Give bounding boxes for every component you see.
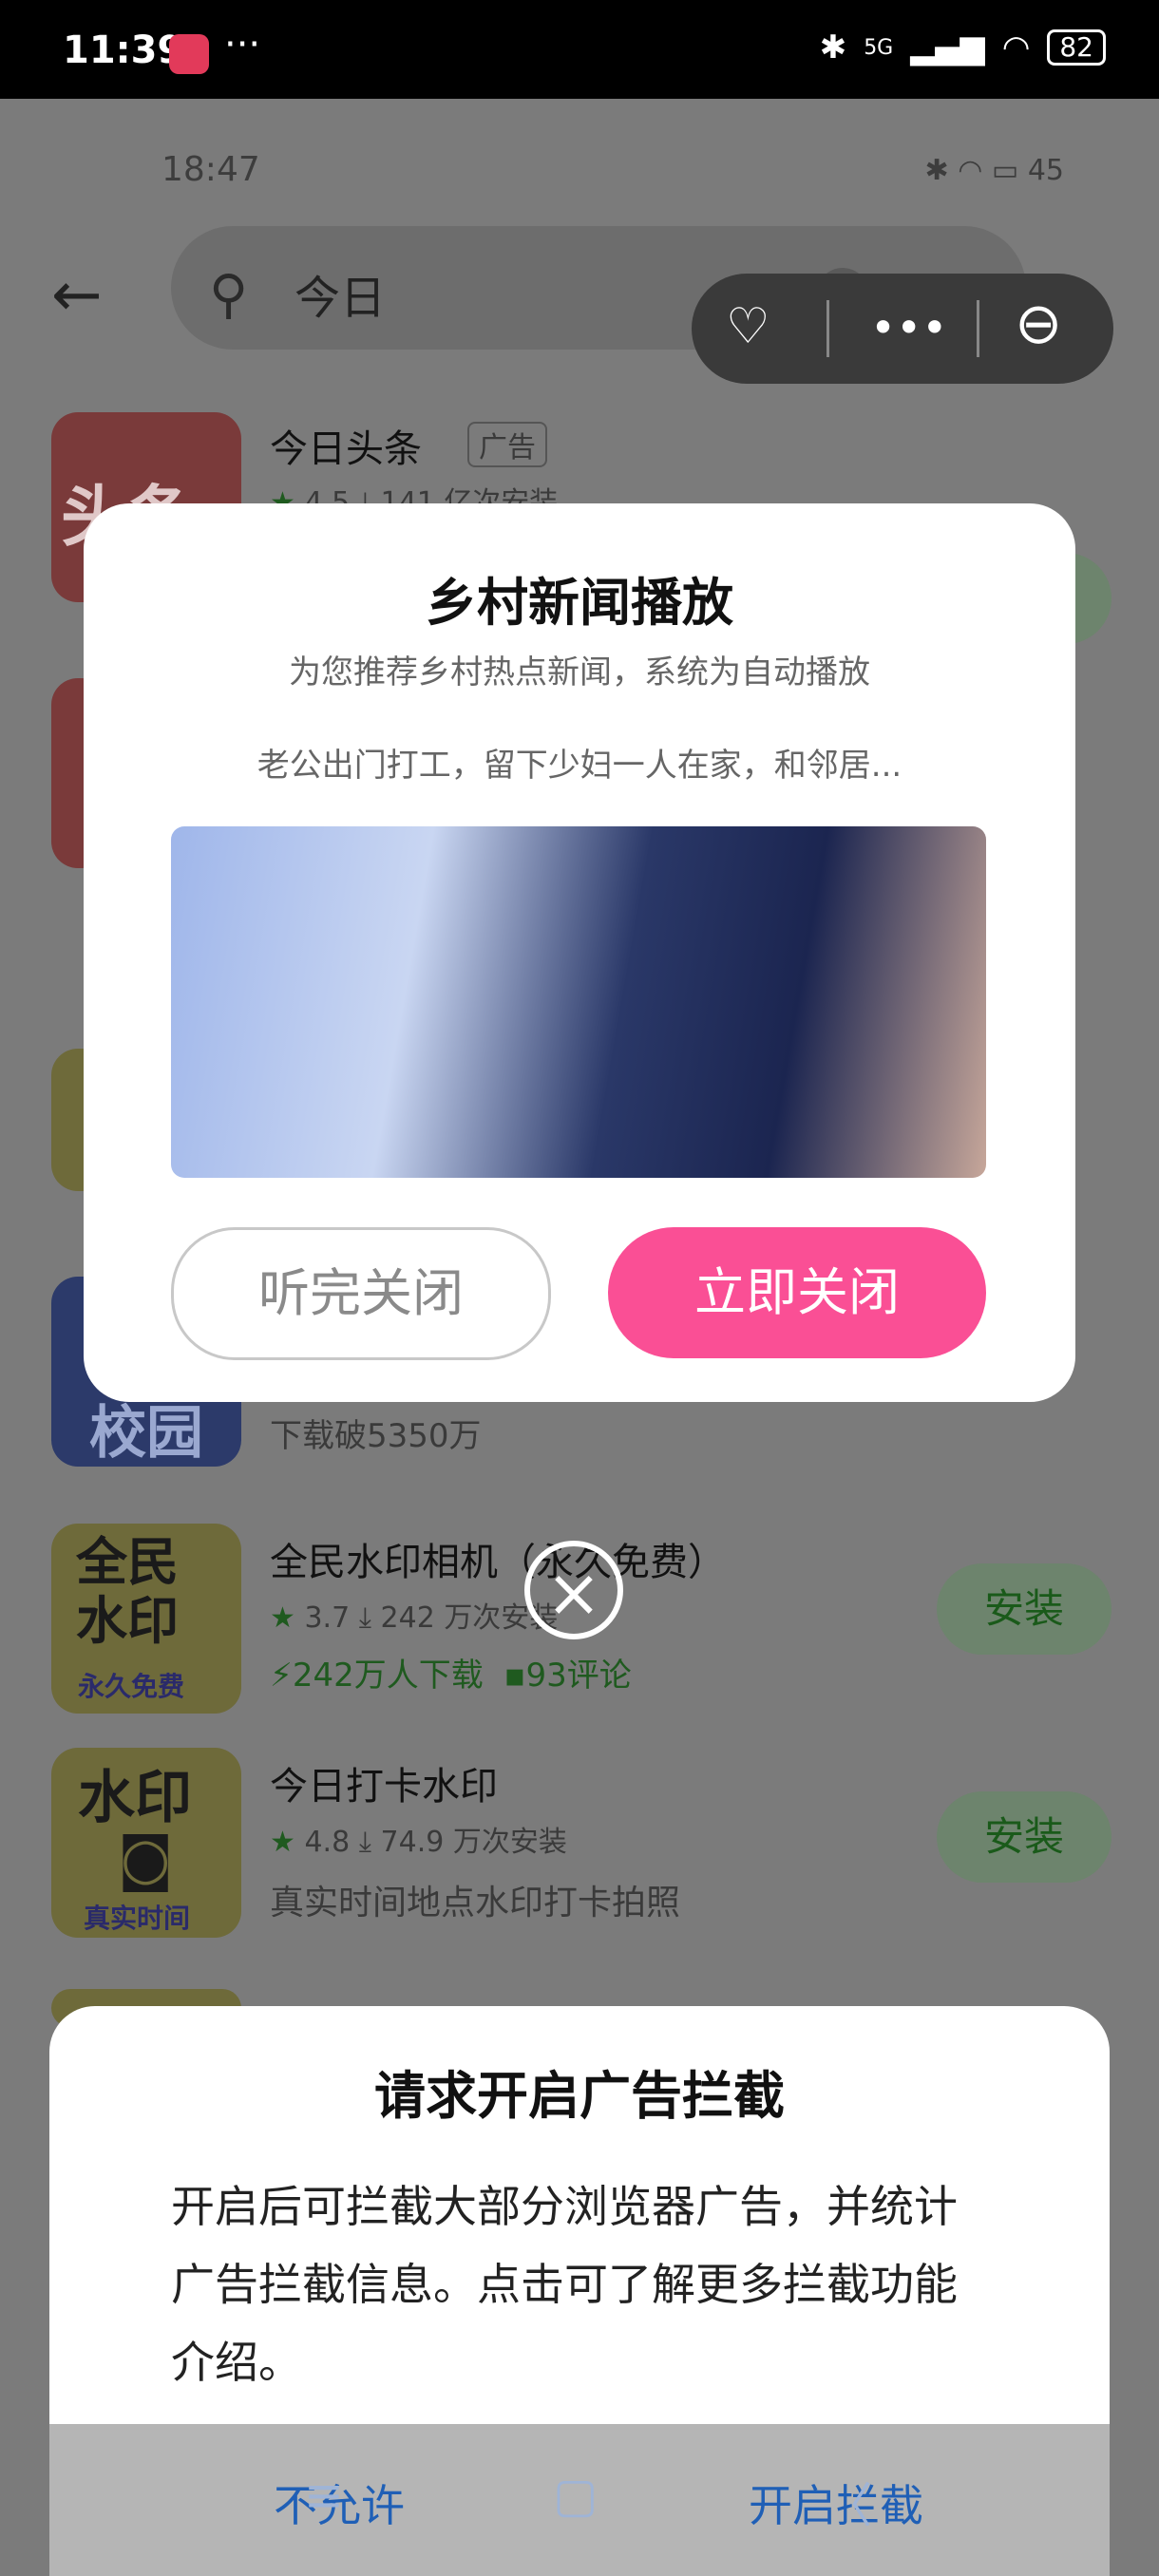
popup-teaser[interactable]: 老公出门打工，留下少妇一人在家，和邻居... (84, 739, 1075, 786)
camera-icon: ◙ (118, 1826, 174, 1892)
wifi-icon: ◠ (1001, 28, 1031, 66)
app-notification-icon (169, 34, 209, 74)
install-button[interactable]: 安装 (937, 1791, 1112, 1883)
close-minimize-icon[interactable]: ⊖ (1015, 291, 1062, 357)
status-overflow: ··· (224, 23, 261, 66)
search-input[interactable]: 今日 (294, 260, 386, 327)
app-name[interactable]: 全民水印相机（永久免费） (270, 1531, 726, 1586)
battery-indicator: 82 (1047, 29, 1106, 66)
signal-icon: ▂▄▆ (910, 28, 985, 66)
app-name[interactable]: 今日打卡水印 (270, 1755, 498, 1810)
status-time: 11:39 (63, 28, 184, 72)
app-desc: 真实时间地点水印打卡拍照 (270, 1884, 681, 1923)
sheet-actions: 不允许 ≡ ▢ 开启拦截 〈 (49, 2424, 1110, 2576)
sheet-title: 请求开启广告拦截 (374, 2066, 785, 2126)
install-button[interactable]: 安装 (937, 1563, 1112, 1655)
network-type: 5G (864, 35, 894, 60)
app-icon-checkin-watermark[interactable]: 水印 ◙ 真实时间 (51, 1748, 241, 1938)
bluetooth-icon: ✱ (819, 28, 847, 66)
popup-thumbnail-image[interactable] (171, 826, 986, 1178)
mini-program-capsule: ♡ ••• ⊖ (692, 274, 1113, 384)
favorite-heart-icon[interactable]: ♡ (726, 298, 770, 355)
inner-status-icons: ✱ ◠ ▭ 45 (924, 154, 1064, 187)
more-dots-icon[interactable]: ••• (870, 302, 947, 353)
inner-status-time: 18:47 (162, 150, 260, 189)
ad-block-request-sheet: 请求开启广告拦截 开启后可拦截大部分浏览器广告，并统计广告拦截信息。点击可了解更… (49, 2006, 1110, 2576)
sheet-body[interactable]: 开启后可拦截大部分浏览器广告，并统计广告拦截信息。点击可了解更多拦截功能介绍。 (171, 2168, 988, 2401)
popup-close-icon[interactable]: × (524, 1541, 623, 1639)
app-name[interactable]: 今日头条 (270, 418, 422, 473)
popup-title: 乡村新闻播放 (426, 573, 733, 633)
search-icon: ⚲ (209, 264, 249, 326)
ad-badge[interactable]: 广告 (467, 422, 547, 467)
listen-then-close-button[interactable]: 听完关闭 (171, 1227, 551, 1360)
news-popup-dialog: 乡村新闻播放 为您推荐乡村热点新闻，系统为自动播放 老公出门打工，留下少妇一人在… (84, 503, 1075, 1402)
app-desc: 下载破5350万 (270, 1417, 482, 1455)
app-meta: ★ 4.8 ⤓ 74.9 万次安装 (270, 1826, 567, 1859)
nav-menu-icon[interactable]: ≡ (304, 2468, 344, 2523)
nav-home-icon[interactable]: ▢ (553, 2468, 598, 2523)
app-icon-watermark-camera[interactable]: 全民 水印 永久免费 (51, 1524, 241, 1714)
nav-back-icon[interactable]: 〈 (825, 2468, 872, 2536)
app-stats: ⚡242万人下载 ▪93评论 (270, 1657, 632, 1695)
popup-subtitle: 为您推荐乡村热点新闻，系统为自动播放 (289, 653, 870, 691)
close-now-button[interactable]: 立即关闭 (608, 1227, 986, 1358)
back-arrow-icon[interactable]: ← (51, 260, 103, 331)
status-bar: 11:39 ··· ✱ 5G ▂▄▆ ◠ 82 (0, 0, 1159, 99)
app-meta: ★ 3.7 ⤓ 242 万次安装 (270, 1601, 559, 1635)
